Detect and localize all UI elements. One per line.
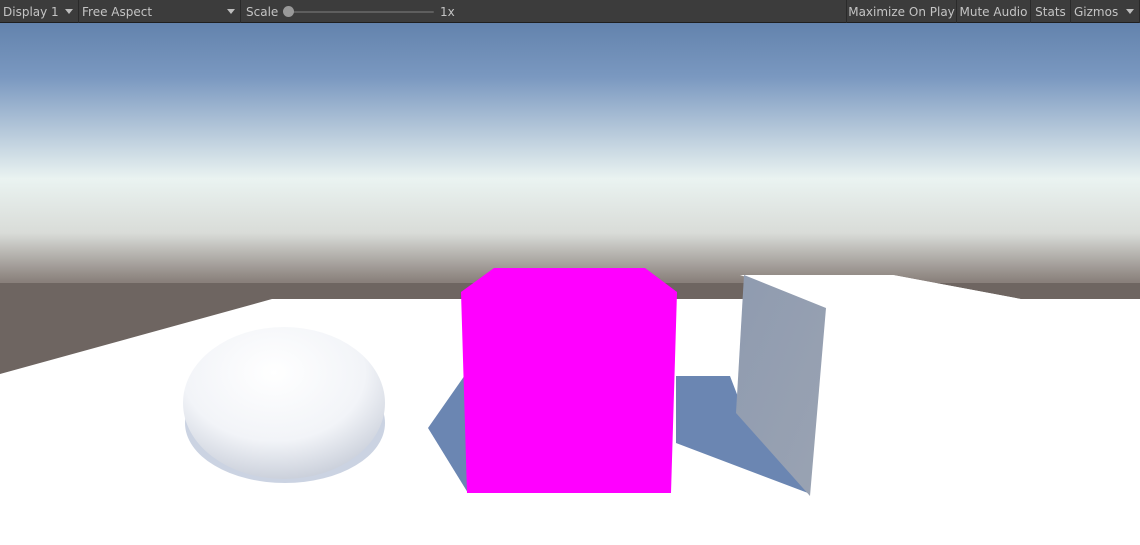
cube [461,268,677,493]
scale-label: Scale [246,5,279,19]
display-dropdown[interactable]: Display 1 [0,0,79,23]
scale-value: 1x [440,5,455,19]
game-view-toolbar: Display 1 Free Aspect Scale 1x Maximize … [0,0,1140,23]
gizmos-label: Gizmos [1074,5,1119,19]
scale-slider-thumb[interactable] [283,6,294,17]
sphere [183,327,385,479]
scale-slider-track[interactable] [286,11,434,13]
maximize-on-play-button[interactable]: Maximize On Play [846,0,956,23]
aspect-dropdown[interactable]: Free Aspect [79,0,241,23]
chevron-down-icon [1126,9,1134,14]
scene-render [0,23,1140,545]
mute-audio-button[interactable]: Mute Audio [956,0,1030,23]
chevron-down-icon [65,9,73,14]
gizmos-button[interactable]: Gizmos [1070,0,1140,23]
aspect-dropdown-label: Free Aspect [82,5,153,19]
display-dropdown-label: Display 1 [3,5,59,19]
game-viewport[interactable] [0,23,1140,545]
chevron-down-icon [227,9,235,14]
stats-button[interactable]: Stats [1030,0,1070,23]
